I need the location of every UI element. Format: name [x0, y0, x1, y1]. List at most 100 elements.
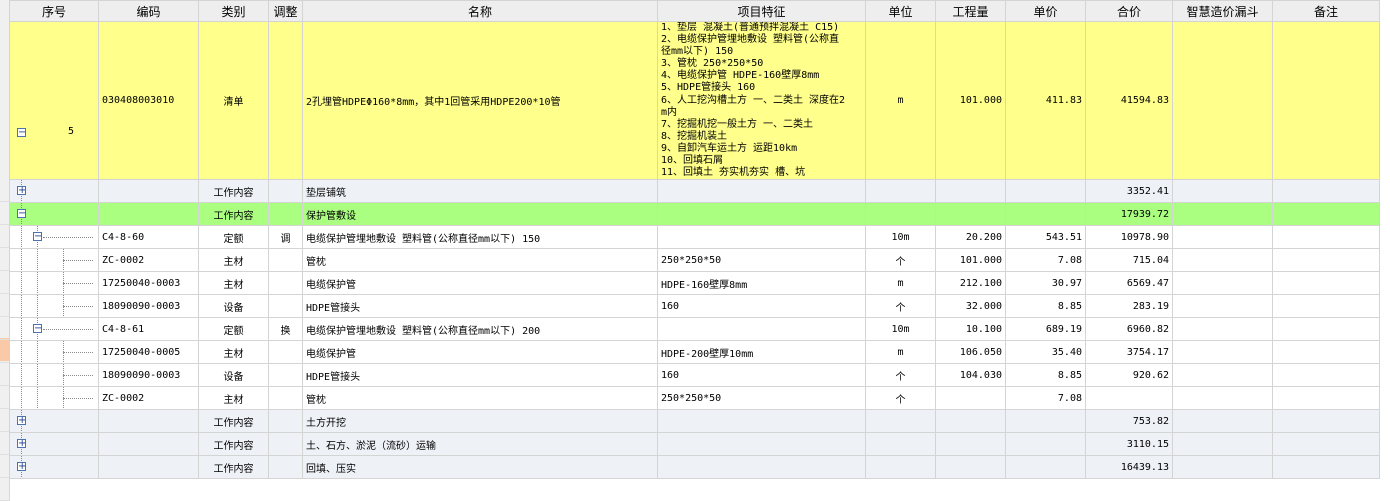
cell-code[interactable]: [98, 179, 199, 204]
cell-qty[interactable]: [935, 179, 1006, 204]
cell-code[interactable]: [98, 202, 199, 227]
cell-adjust[interactable]: [268, 271, 303, 296]
cell-features[interactable]: 250*250*50: [657, 386, 866, 411]
col-header-smart[interactable]: 智慧造价漏斗: [1172, 0, 1273, 22]
col-header-features[interactable]: 项目特征: [657, 0, 866, 22]
plus-box-icon[interactable]: +: [17, 186, 26, 196]
cell-features[interactable]: 250*250*50: [657, 248, 866, 273]
col-header-qty[interactable]: 工程量: [935, 0, 1006, 22]
cell-adjust[interactable]: 调: [268, 225, 303, 250]
cell-unit[interactable]: m: [865, 271, 936, 296]
cell-qty[interactable]: [935, 455, 1006, 480]
work-content-row[interactable]: + 工作内容 土、石方、淤泥（流砂）运输 3110.15: [9, 432, 1380, 457]
bill-total[interactable]: 41594.83: [1085, 20, 1173, 181]
cell-code[interactable]: C4-8-60: [98, 225, 199, 250]
cell-name[interactable]: 电缆保护管: [302, 340, 658, 365]
col-header-seq[interactable]: 序号: [9, 0, 99, 22]
cell-note[interactable]: [1272, 271, 1380, 296]
quota-row[interactable]: − C4-8-60 定额调电缆保护管埋地敷设 塑料管(公称直径mm以下) 150 10…: [9, 225, 1380, 250]
cell-type[interactable]: 设备: [198, 363, 269, 388]
cell-total[interactable]: 753.82: [1085, 409, 1173, 434]
cell-note[interactable]: [1272, 432, 1380, 457]
cell-features[interactable]: [657, 409, 866, 434]
work-content-row[interactable]: + 工作内容 回填、压实 16439.13: [9, 455, 1380, 480]
cell-name[interactable]: 垫层铺筑: [302, 179, 658, 204]
col-header-price[interactable]: 单价: [1005, 0, 1086, 22]
cell-code[interactable]: 17250040-0005: [98, 340, 199, 365]
cell-qty[interactable]: 10.100: [935, 317, 1006, 342]
cell-type[interactable]: 工作内容: [198, 179, 269, 204]
cell-note[interactable]: [1272, 248, 1380, 273]
cell-price[interactable]: 30.97: [1005, 271, 1086, 296]
cell-type[interactable]: 主材: [198, 271, 269, 296]
col-header-unit[interactable]: 单位: [865, 0, 936, 22]
plus-box-icon[interactable]: +: [17, 462, 26, 472]
work-content-row[interactable]: + 工作内容 垫层铺筑 3352.41: [9, 179, 1380, 204]
plus-box-icon[interactable]: +: [17, 416, 26, 426]
material-row[interactable]: 17250040-0003 主材 电缆保护管 HDPE-160壁厚8mm m 212.10…: [9, 271, 1380, 296]
cell-features[interactable]: 160: [657, 294, 866, 319]
cell-qty[interactable]: [935, 409, 1006, 434]
quota-row[interactable]: − C4-8-61 定额换电缆保护管埋地敷设 塑料管(公称直径mm以下) 200 10…: [9, 317, 1380, 342]
cell-name[interactable]: 保护管敷设: [302, 202, 658, 227]
cell-adjust[interactable]: [268, 409, 303, 434]
cell-price[interactable]: 543.51: [1005, 225, 1086, 250]
cell-total[interactable]: 6960.82: [1085, 317, 1173, 342]
cell-unit[interactable]: m: [865, 340, 936, 365]
cell-features[interactable]: [657, 455, 866, 480]
minus-box-icon[interactable]: −: [33, 324, 42, 334]
col-header-code[interactable]: 编码: [98, 0, 199, 22]
cell-type[interactable]: 定额: [198, 317, 269, 342]
col-header-name[interactable]: 名称: [302, 0, 658, 22]
cell-note[interactable]: [1272, 386, 1380, 411]
bill-adjust[interactable]: [268, 20, 303, 181]
cell-type[interactable]: 定额: [198, 225, 269, 250]
cell-features[interactable]: [657, 432, 866, 457]
cell-note[interactable]: [1272, 455, 1380, 480]
cell-total[interactable]: 715.04: [1085, 248, 1173, 273]
cell-note[interactable]: [1272, 363, 1380, 388]
material-row[interactable]: 18090090-0003 设备 HDPE管接头 160 个 32.000 8.85 283.…: [9, 294, 1380, 319]
cell-unit[interactable]: [865, 202, 936, 227]
col-header-type[interactable]: 类别: [198, 0, 269, 22]
cell-features[interactable]: [657, 317, 866, 342]
cell-note[interactable]: [1272, 179, 1380, 204]
cell-qty[interactable]: 20.200: [935, 225, 1006, 250]
cell-name[interactable]: 管枕: [302, 386, 658, 411]
cell-total[interactable]: 6569.47: [1085, 271, 1173, 296]
cell-adjust[interactable]: [268, 202, 303, 227]
cell-type[interactable]: 工作内容: [198, 455, 269, 480]
cell-total[interactable]: 3754.17: [1085, 340, 1173, 365]
cell-total[interactable]: 3110.15: [1085, 432, 1173, 457]
cell-unit[interactable]: [865, 179, 936, 204]
cell-smart[interactable]: [1172, 455, 1273, 480]
cell-qty[interactable]: [935, 432, 1006, 457]
cell-unit[interactable]: 10m: [865, 225, 936, 250]
cell-note[interactable]: [1272, 340, 1380, 365]
cell-name[interactable]: 土方开挖: [302, 409, 658, 434]
bill-qty[interactable]: 101.000: [935, 20, 1006, 181]
minus-box-icon[interactable]: −: [33, 232, 42, 242]
cell-code[interactable]: [98, 409, 199, 434]
cell-code[interactable]: 18090090-0003: [98, 363, 199, 388]
work-content-row[interactable]: − 工作内容 保护管敷设 17939.72: [9, 202, 1380, 227]
cell-code[interactable]: ZC-0002: [98, 248, 199, 273]
cell-features[interactable]: HDPE-200壁厚10mm: [657, 340, 866, 365]
cell-price[interactable]: [1005, 202, 1086, 227]
bill-smart[interactable]: [1172, 20, 1273, 181]
cell-type[interactable]: 主材: [198, 248, 269, 273]
minus-box-icon[interactable]: −: [17, 209, 26, 219]
cell-note[interactable]: [1272, 225, 1380, 250]
cell-code[interactable]: C4-8-61: [98, 317, 199, 342]
cell-unit[interactable]: 个: [865, 248, 936, 273]
cell-name[interactable]: 电缆保护管埋地敷设 塑料管(公称直径mm以下) 200: [302, 317, 658, 342]
cell-features[interactable]: HDPE-160壁厚8mm: [657, 271, 866, 296]
cell-smart[interactable]: [1172, 294, 1273, 319]
cell-type[interactable]: 主材: [198, 386, 269, 411]
cell-adjust[interactable]: [268, 340, 303, 365]
cell-price[interactable]: 7.08: [1005, 248, 1086, 273]
cell-name[interactable]: 回填、压实: [302, 455, 658, 480]
cell-unit[interactable]: [865, 432, 936, 457]
cell-price[interactable]: 7.08: [1005, 386, 1086, 411]
cell-total[interactable]: [1085, 386, 1173, 411]
